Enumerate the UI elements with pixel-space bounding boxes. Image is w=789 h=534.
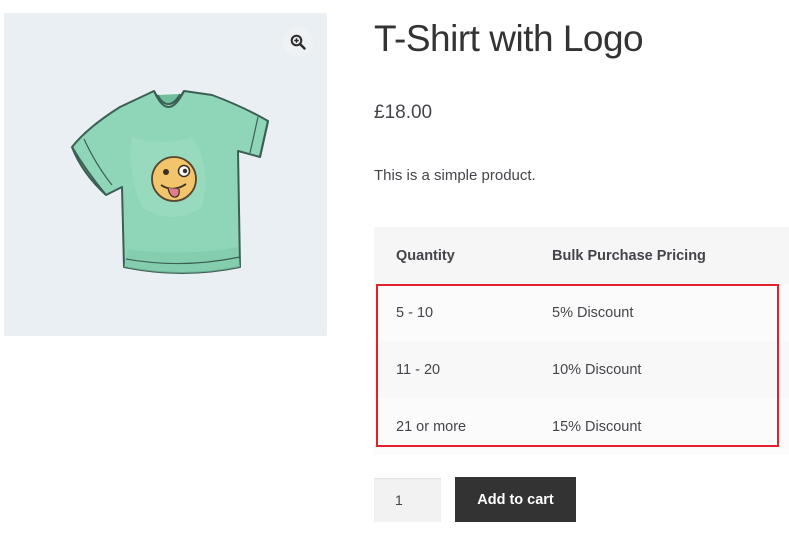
- quantity-column-header: Quantity: [396, 247, 455, 264]
- table-row: 5 - 10 5% Discount: [374, 284, 789, 341]
- table-row: 11 - 20 10% Discount: [374, 341, 789, 398]
- quantity-input[interactable]: [374, 478, 441, 522]
- discount-cell: 15% Discount: [552, 418, 642, 435]
- zoom-in-icon: [290, 34, 306, 50]
- pricing-column-header: Bulk Purchase Pricing: [552, 247, 706, 264]
- quantity-cell: 5 - 10: [396, 304, 434, 321]
- quantity-cell: 21 or more: [396, 418, 467, 435]
- table-row: 21 or more 15% Discount: [374, 398, 789, 455]
- discount-cell: 10% Discount: [552, 361, 642, 378]
- discount-cell: 5% Discount: [552, 304, 634, 321]
- bulk-pricing-table: Quantity Bulk Purchase Pricing 5 - 10 5%…: [374, 227, 789, 455]
- tshirt-logo-image[interactable]: [62, 77, 274, 287]
- product-description: This is a simple product.: [374, 167, 536, 184]
- add-to-cart-button[interactable]: Add to cart: [455, 477, 576, 522]
- quantity-cell: 11 - 20: [396, 361, 441, 378]
- product-price: £18.00: [374, 102, 433, 123]
- product-gallery: [4, 13, 327, 336]
- product-title: T-Shirt with Logo: [374, 18, 644, 59]
- zoom-button[interactable]: [283, 27, 313, 57]
- table-header-row: Quantity Bulk Purchase Pricing: [374, 227, 789, 284]
